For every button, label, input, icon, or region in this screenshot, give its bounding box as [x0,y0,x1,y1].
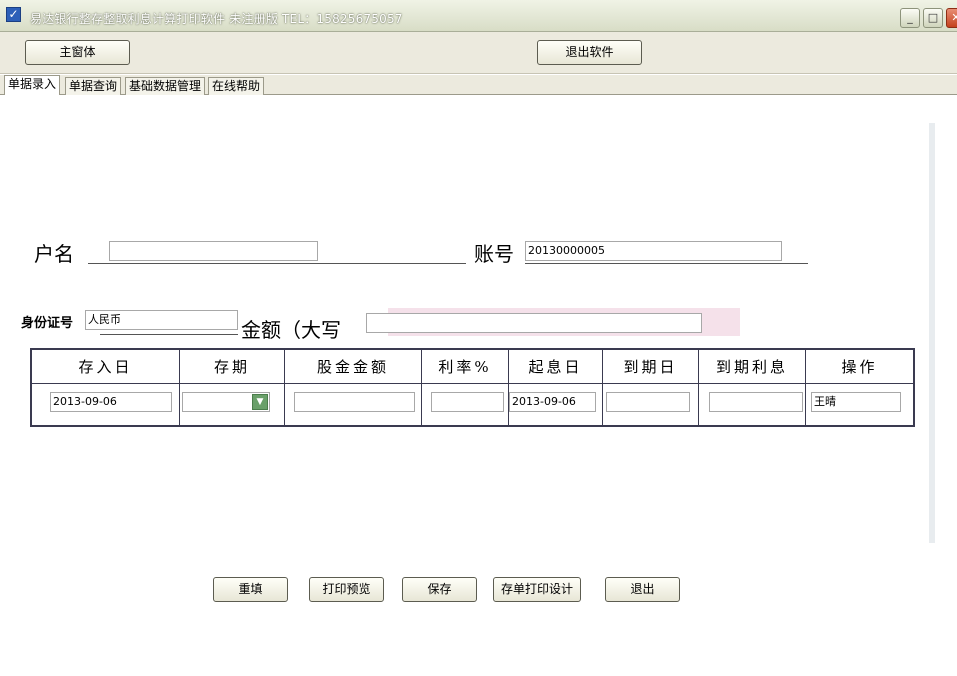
amount-words-input[interactable] [366,313,702,333]
deposit-grid: 存入日 存期 股金金额 利率% 起息日 到期日 到期利息 操作 2013-09-… [30,348,915,427]
operator-input[interactable]: 王晴 [811,392,901,412]
cell-term: ▼ [180,384,285,427]
term-select[interactable]: ▼ [182,392,270,412]
header-term: 存期 [180,350,285,384]
account-name-label: 户名 [34,242,74,266]
tab-voucher-entry[interactable]: 单据录入 [4,75,61,95]
rate-input[interactable] [431,392,504,412]
account-number-underline [525,263,808,264]
main-window-button[interactable]: 主窗体 [25,40,130,65]
cell-maturity-interest [699,384,806,427]
tab-basic-data[interactable]: 基础数据管理 [125,77,206,95]
maturity-input[interactable] [606,392,690,412]
cell-rate [422,384,509,427]
header-maturity: 到期日 [603,350,699,384]
toolbar: 主窗体 退出软件 [0,32,957,74]
cell-interest-start: 2013-09-06 [509,384,603,427]
close-button[interactable]: ✕ [946,8,957,28]
header-rate: 利率% [422,350,509,384]
scroll-strip [929,123,935,543]
cell-deposit-date: 2013-09-06 [32,384,180,427]
maximize-button[interactable]: □ [923,8,943,28]
deposit-date-input[interactable]: 2013-09-06 [50,392,172,412]
account-number-input[interactable]: 20130000005 [525,241,782,261]
reset-button[interactable]: 重填 [213,577,288,602]
window-title: 易达银行整存整取利息计算打印软件 未注册版 TEL：15825675057 [30,12,403,26]
id-number-underline [100,334,238,335]
header-interest-start: 起息日 [509,350,603,384]
header-amount: 股金金额 [285,350,422,384]
voucher-entry-panel: 户名 账号 20130000005 身份证号 人民币 金额（大写 存入日 存期 … [0,95,957,676]
tab-strip: 单据录入 单据查询 基础数据管理 在线帮助 [0,75,957,95]
app-check-icon[interactable]: ✓ [6,7,21,22]
header-operator: 操作 [806,350,913,384]
id-number-input[interactable]: 人民币 [85,310,238,330]
chevron-down-icon[interactable]: ▼ [252,394,268,410]
amount-words-label: 金额（大写 [241,318,341,342]
header-maturity-interest: 到期利息 [699,350,806,384]
cell-maturity [603,384,699,427]
save-button[interactable]: 保存 [402,577,477,602]
cell-operator: 王晴 [806,384,913,427]
cell-amount [285,384,422,427]
print-design-button[interactable]: 存单打印设计 [493,577,581,602]
amount-input[interactable] [294,392,415,412]
exit-software-button[interactable]: 退出软件 [537,40,642,65]
account-name-input[interactable] [109,241,318,261]
interest-start-input[interactable]: 2013-09-06 [509,392,596,412]
minimize-button[interactable]: _ [900,8,920,28]
account-name-underline [88,263,466,264]
title-bar: ✓ 易达银行整存整取利息计算打印软件 未注册版 TEL：15825675057 … [0,0,957,32]
id-number-label: 身份证号 [21,316,74,331]
tab-online-help[interactable]: 在线帮助 [208,77,265,95]
print-preview-button[interactable]: 打印预览 [309,577,384,602]
tab-voucher-query[interactable]: 单据查询 [65,77,122,95]
header-deposit-date: 存入日 [32,350,180,384]
account-number-label: 账号 [474,242,514,266]
exit-button[interactable]: 退出 [605,577,680,602]
maturity-interest-input[interactable] [709,392,803,412]
